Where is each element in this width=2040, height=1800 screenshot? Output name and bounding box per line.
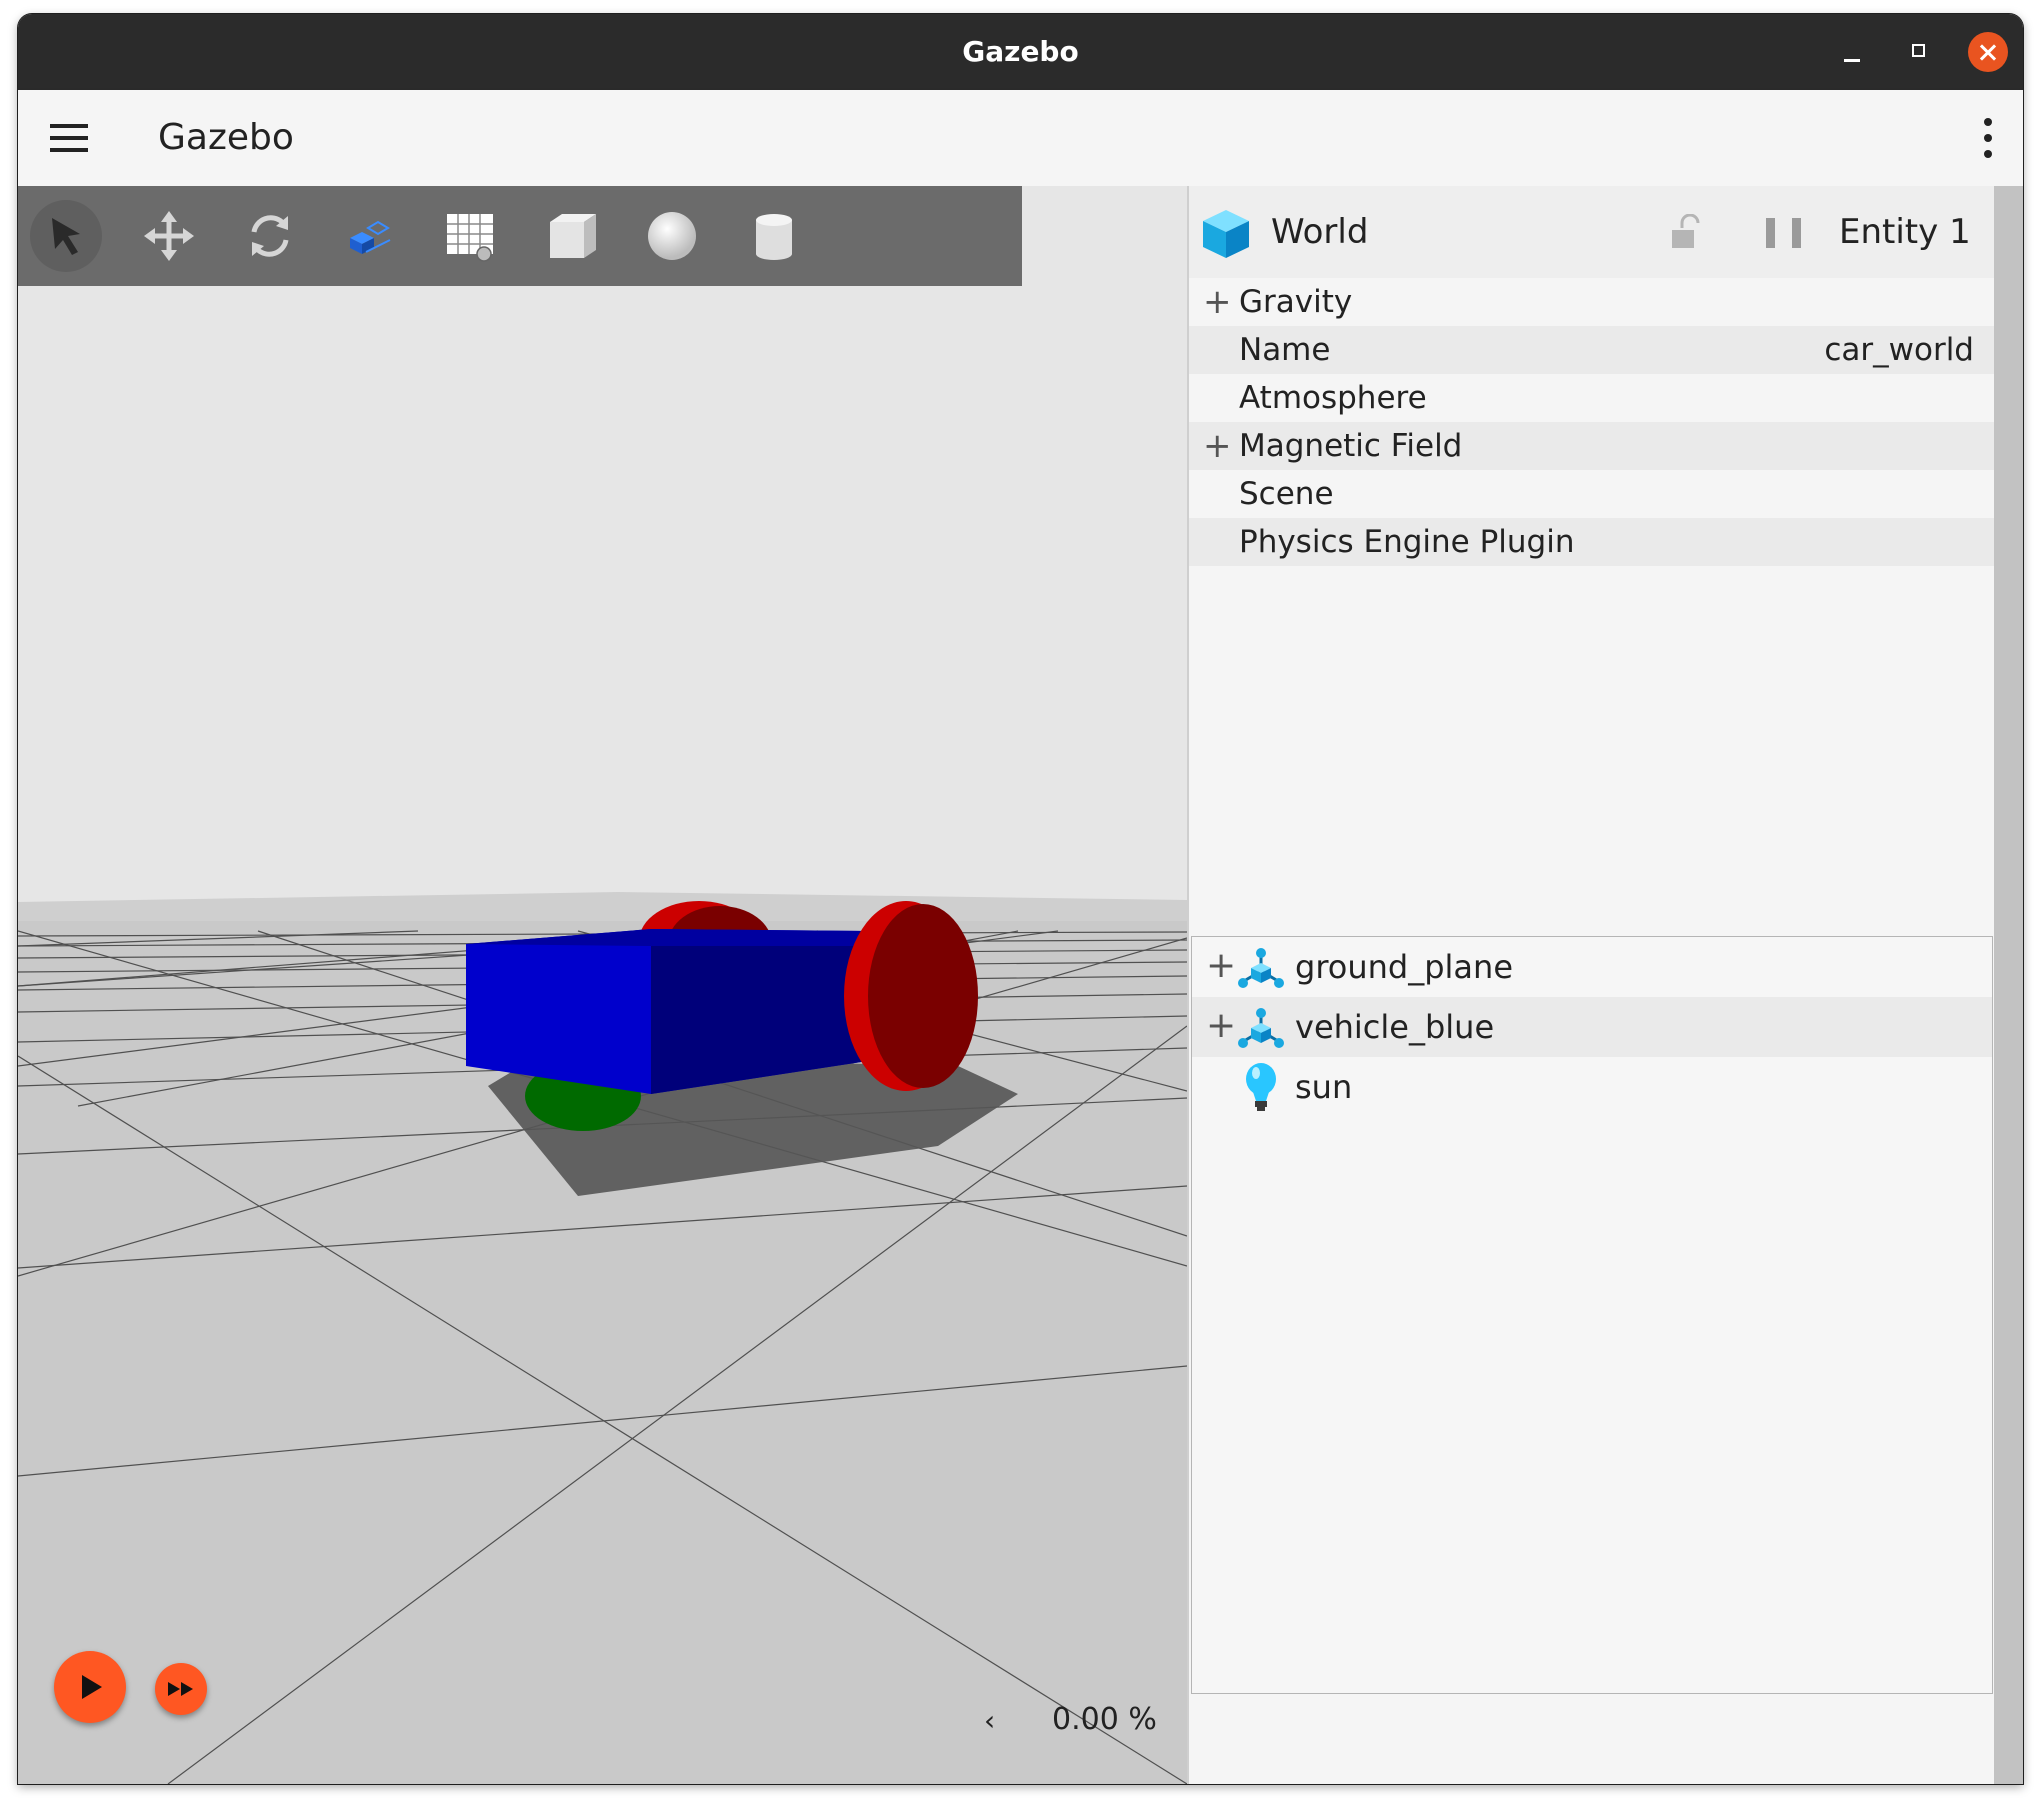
- fast-forward-icon: [168, 1682, 193, 1696]
- expand-plus-icon[interactable]: +: [1203, 422, 1232, 470]
- property-row-scene[interactable]: Scene: [1189, 470, 1994, 518]
- property-label: Scene: [1239, 476, 1334, 512]
- tree-item-sun[interactable]: sun: [1192, 1057, 1992, 1117]
- arrow-cursor-icon: [30, 200, 102, 272]
- property-row-gravity[interactable]: + Gravity: [1189, 278, 1994, 326]
- grid-icon: [447, 214, 493, 262]
- model-icon: [1238, 1008, 1284, 1048]
- world-cube-icon: [1203, 210, 1249, 258]
- entity-type-label: World: [1271, 212, 1369, 252]
- window-titlebar: Gazebo: [18, 14, 2023, 90]
- light-bulb-icon: [1246, 1063, 1276, 1111]
- right-panel: World Entity 1 + Gravity Name car_world …: [1187, 186, 2023, 1784]
- entity-tree: + ground_plane + vehicle_blue sun: [1191, 936, 1993, 1694]
- grid-config-button[interactable]: [432, 198, 508, 274]
- property-row-magnetic-field[interactable]: + Magnetic Field: [1189, 422, 1994, 470]
- tree-item-label: sun: [1295, 1068, 1353, 1106]
- property-row-atmosphere[interactable]: Atmosphere: [1189, 374, 1994, 422]
- gazebo-window: Gazebo Gazebo ‹ 0.00 % World Entity 1 + …: [18, 14, 2023, 1784]
- window-title: Gazebo: [962, 35, 1079, 68]
- rotate-tool-button[interactable]: [232, 198, 308, 274]
- app-title: Gazebo: [158, 117, 294, 158]
- translate-tool-button[interactable]: [131, 198, 207, 274]
- tree-item-vehicle-blue[interactable]: + vehicle_blue: [1192, 997, 1992, 1057]
- property-label: Magnetic Field: [1239, 428, 1463, 464]
- property-label: Physics Engine Plugin: [1239, 524, 1575, 560]
- property-row-physics-engine-plugin[interactable]: Physics Engine Plugin: [1189, 518, 1994, 566]
- sphere-shape-icon: [648, 212, 696, 260]
- entity-id-label: Entity 1: [1839, 212, 1971, 252]
- maximize-button[interactable]: [1900, 32, 1940, 72]
- minimize-button[interactable]: [1832, 32, 1872, 72]
- close-button[interactable]: [1968, 32, 2008, 72]
- transform-box-icon: [350, 220, 391, 254]
- app-bar: Gazebo: [18, 90, 2023, 187]
- tree-item-ground-plane[interactable]: + ground_plane: [1192, 937, 1992, 997]
- chevron-left-icon[interactable]: ‹: [984, 1704, 995, 1737]
- cylinder-shape-button[interactable]: [736, 198, 812, 274]
- hamburger-icon[interactable]: [44, 116, 90, 160]
- panel-scrollbar[interactable]: [1994, 186, 2023, 1784]
- cylinder-shape-icon: [756, 214, 792, 260]
- expand-plus-icon[interactable]: +: [1206, 936, 1236, 996]
- model-icon: [1238, 948, 1284, 988]
- step-button[interactable]: [155, 1663, 207, 1715]
- play-button[interactable]: [54, 1651, 126, 1723]
- expand-plus-icon[interactable]: +: [1206, 996, 1236, 1056]
- scene-toolbar: [18, 186, 1022, 286]
- property-label: Gravity: [1239, 284, 1353, 320]
- sphere-shape-button[interactable]: [634, 198, 710, 274]
- property-row-name[interactable]: Name car_world: [1189, 326, 1994, 374]
- rotate-arrows-icon: [251, 215, 289, 257]
- unlock-icon[interactable]: [1670, 214, 1704, 250]
- scene-render[interactable]: [18, 186, 1187, 1784]
- tree-item-label: ground_plane: [1295, 948, 1513, 986]
- tree-item-label: vehicle_blue: [1295, 1008, 1495, 1046]
- box-shape-button[interactable]: [534, 198, 610, 274]
- real-time-factor: 0.00 %: [1052, 1702, 1157, 1737]
- component-inspector-header: World Entity 1: [1189, 186, 1994, 278]
- scene-3d-viewport[interactable]: ‹ 0.00 %: [18, 186, 1187, 1784]
- move-arrows-icon: [144, 211, 194, 261]
- pause-icon[interactable]: [1764, 218, 1804, 248]
- transform-control-button[interactable]: [332, 198, 408, 274]
- property-value[interactable]: car_world: [1824, 326, 1974, 374]
- select-tool-button[interactable]: [28, 198, 104, 274]
- expand-plus-icon[interactable]: +: [1203, 278, 1232, 326]
- box-shape-icon: [550, 214, 596, 258]
- property-label: Atmosphere: [1239, 380, 1427, 416]
- kebab-menu-icon[interactable]: [1973, 114, 2003, 162]
- property-label: Name: [1239, 332, 1331, 368]
